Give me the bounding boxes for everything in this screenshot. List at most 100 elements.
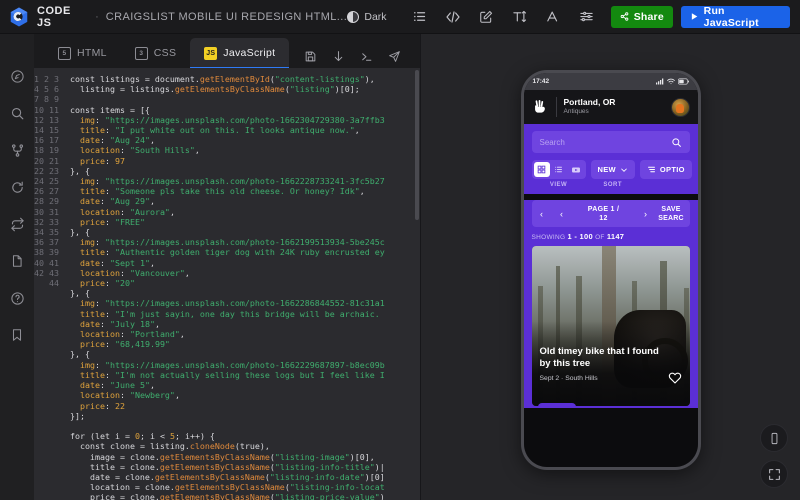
contrast-icon bbox=[347, 10, 360, 23]
showing-total: 1147 bbox=[606, 232, 625, 241]
listing-price: $328 bbox=[537, 403, 576, 406]
line-number-gutter: 1 2 3 4 5 6 7 8 9 10 11 12 13 14 15 16 1… bbox=[34, 68, 64, 500]
title-separator: · bbox=[95, 10, 99, 23]
tab-javascript[interactable]: JS JavaScript bbox=[190, 38, 290, 69]
app-root: CODE JS · CRAIGSLIST MOBILE UI REDESIGN … bbox=[0, 0, 800, 500]
top-toolbar-actions: Dark Share Run JavaScript bbox=[347, 4, 790, 30]
save-search-line2: SEARC bbox=[658, 214, 684, 222]
top-toolbar: CODE JS · CRAIGSLIST MOBILE UI REDESIGN … bbox=[0, 0, 800, 34]
prev-page-button[interactable]: ‹ bbox=[552, 200, 572, 227]
dark-mode-toggle[interactable]: Dark bbox=[347, 10, 387, 23]
view-segmented-control[interactable] bbox=[531, 160, 586, 179]
share-label: Share bbox=[633, 10, 664, 23]
heart-icon[interactable] bbox=[668, 371, 682, 390]
showing-prefix: SHOWING bbox=[531, 234, 566, 241]
view-group: VIEW bbox=[531, 160, 586, 188]
sliders-icon[interactable] bbox=[572, 4, 599, 30]
tab-html-label: HTML bbox=[77, 47, 107, 59]
git-branch-icon[interactable] bbox=[7, 140, 27, 160]
search-input[interactable]: Search bbox=[531, 131, 690, 153]
save-icon[interactable] bbox=[298, 44, 322, 68]
phone-purple-lower: ‹ ‹ PAGE 1 / 12 › SAVE SEARC SHOWING 1 -… bbox=[523, 200, 698, 408]
page-indicator: PAGE 1 / 12 bbox=[572, 205, 636, 223]
hand-peace-icon[interactable] bbox=[532, 99, 549, 116]
send-icon[interactable] bbox=[382, 44, 406, 68]
dark-mode-label: Dark bbox=[364, 10, 387, 23]
js-tag-icon: JS bbox=[204, 46, 218, 60]
sync-icon[interactable] bbox=[7, 214, 27, 234]
device-phone-icon[interactable] bbox=[760, 424, 788, 452]
fullscreen-icon[interactable] bbox=[760, 460, 788, 488]
listing-meta: Sept 2 · South Hills bbox=[540, 375, 598, 382]
preview-panel: 17:42 Portland, OR Antiques Search VIEW … bbox=[420, 34, 800, 500]
share-button[interactable]: Share bbox=[610, 5, 673, 28]
terminal-icon[interactable] bbox=[354, 44, 378, 68]
listing-meta-separator: · bbox=[561, 375, 564, 382]
battery-icon bbox=[677, 78, 689, 85]
showing-of: OF bbox=[595, 234, 605, 241]
chevron-down-icon bbox=[621, 168, 627, 172]
sort-value: NEW bbox=[597, 165, 616, 174]
page-total: 12 bbox=[599, 214, 608, 222]
tab-css[interactable]: 3 CSS bbox=[121, 38, 191, 68]
location-city: Portland, OR bbox=[563, 97, 616, 108]
pagination-bar: ‹ ‹ PAGE 1 / 12 › SAVE SEARC bbox=[531, 200, 690, 227]
page-text: PAGE 1 / bbox=[587, 205, 620, 213]
sort-group: NEW SORT bbox=[590, 160, 635, 188]
save-search-button[interactable]: SAVE SEARC bbox=[656, 205, 690, 223]
left-rail bbox=[0, 34, 34, 500]
edit-icon[interactable] bbox=[472, 4, 499, 30]
tab-html[interactable]: 5 HTML bbox=[44, 38, 121, 68]
grid-icon[interactable] bbox=[533, 162, 550, 177]
share-icon bbox=[620, 12, 629, 21]
options-group: OPTIO bbox=[639, 160, 692, 179]
font-icon[interactable] bbox=[539, 4, 566, 30]
run-javascript-button[interactable]: Run JavaScript bbox=[680, 5, 790, 29]
document-title[interactable]: CRAIGSLIST MOBILE UI REDESIGN HTML.... bbox=[106, 11, 348, 23]
html-tag-icon: 5 bbox=[58, 46, 71, 60]
text-size-icon[interactable] bbox=[506, 4, 533, 30]
app-logo-icon bbox=[8, 6, 30, 28]
editor-tabbar: 5 HTML 3 CSS JS JavaScript bbox=[34, 34, 420, 69]
search-icon[interactable] bbox=[7, 103, 27, 123]
download-icon[interactable] bbox=[326, 44, 350, 68]
header-divider bbox=[555, 97, 557, 117]
compass-icon[interactable] bbox=[7, 66, 27, 86]
preview-tools bbox=[760, 424, 788, 488]
sort-label: SORT bbox=[603, 182, 623, 188]
wifi-icon bbox=[666, 78, 675, 85]
listing-location: South Hills bbox=[565, 375, 598, 382]
file-icon[interactable] bbox=[7, 251, 27, 271]
list-icon[interactable] bbox=[406, 4, 433, 30]
search-icon bbox=[671, 137, 681, 147]
code-editor[interactable]: 1 2 3 4 5 6 7 8 9 10 11 12 13 14 15 16 1… bbox=[34, 68, 420, 500]
phone-header: Portland, OR Antiques bbox=[523, 90, 698, 124]
next-page-button[interactable]: › bbox=[636, 200, 656, 227]
phone-screen: 17:42 Portland, OR Antiques Search VIEW … bbox=[523, 73, 698, 467]
status-time: 17:42 bbox=[532, 78, 550, 85]
play-icon bbox=[691, 13, 698, 20]
refresh-icon[interactable] bbox=[7, 177, 27, 197]
css-tag-icon: 3 bbox=[134, 46, 148, 60]
options-button[interactable]: OPTIO bbox=[639, 160, 692, 179]
first-page-button[interactable]: ‹ bbox=[532, 200, 552, 227]
options-label: OPTIO bbox=[659, 165, 685, 174]
avatar[interactable] bbox=[670, 97, 690, 117]
search-placeholder: Search bbox=[539, 137, 565, 147]
phone-statusbar: 17:42 bbox=[523, 73, 698, 90]
sort-dropdown[interactable]: NEW bbox=[590, 160, 635, 179]
main-body: 5 HTML 3 CSS JS JavaScript 1 2 3 4 5 6 7… bbox=[0, 34, 800, 500]
listing-card[interactable]: Old timey bike that I found by this tree… bbox=[531, 246, 690, 406]
editor-scrollbar[interactable] bbox=[415, 70, 419, 220]
location-block[interactable]: Portland, OR Antiques bbox=[563, 97, 664, 116]
code-icon[interactable] bbox=[439, 4, 466, 30]
gallery-icon[interactable] bbox=[568, 162, 584, 177]
bookmark-icon[interactable] bbox=[7, 325, 27, 345]
list-icon[interactable] bbox=[551, 162, 567, 177]
editor-tools bbox=[298, 44, 420, 68]
help-icon[interactable] bbox=[7, 288, 27, 308]
app-name: CODE JS bbox=[37, 4, 71, 29]
showing-range: 1 - 100 bbox=[567, 232, 593, 241]
listing-title: Old timey bike that I found by this tree bbox=[539, 346, 659, 369]
code-content[interactable]: const listings = document.getElementById… bbox=[64, 68, 420, 500]
